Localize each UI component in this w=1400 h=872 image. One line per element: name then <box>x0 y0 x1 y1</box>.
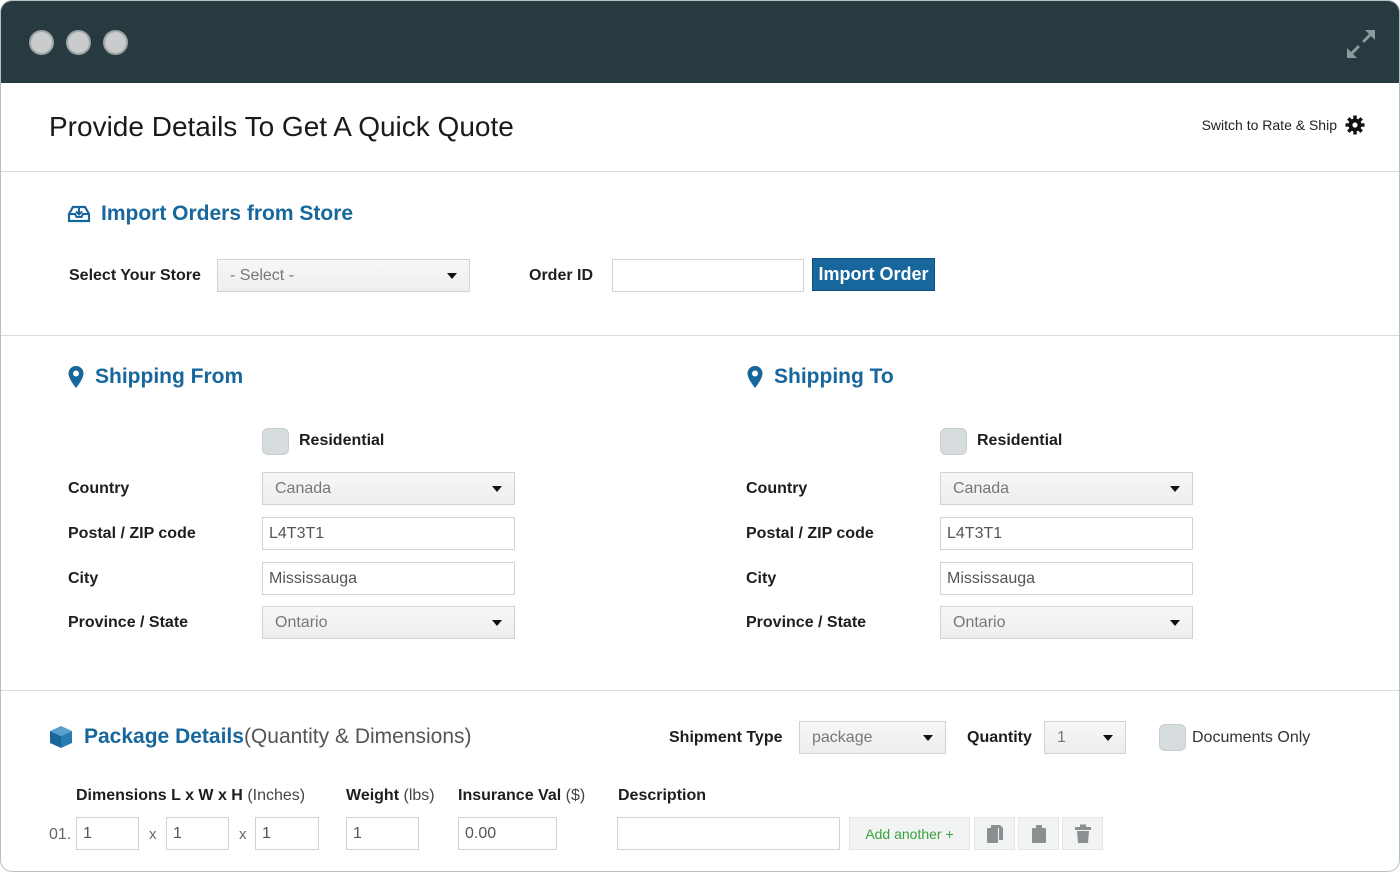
package-title: Package Details (Quantity & Dimensions) <box>48 724 472 750</box>
add-another-label: Add another + <box>865 825 954 842</box>
order-id-label: Order ID <box>529 267 594 284</box>
window-maximize-dot[interactable] <box>103 30 128 55</box>
store-select-value: - Select - <box>230 266 295 284</box>
clipboard-icon <box>1031 824 1046 843</box>
from-city-label: City <box>68 570 99 587</box>
chevron-down-icon <box>1103 734 1113 741</box>
description-input[interactable] <box>617 817 840 850</box>
chevron-down-icon <box>1170 485 1180 492</box>
from-country-label: Country <box>68 480 130 497</box>
width-input[interactable]: 1 <box>166 817 229 850</box>
from-province-value: Ontario <box>275 613 328 631</box>
dimensions-header: Dimensions L x W x H (Inches) <box>76 787 305 805</box>
insurance-header-text: Insurance Val <box>458 787 562 804</box>
chevron-down-icon <box>923 734 933 741</box>
shipment-type-select[interactable]: package <box>799 721 946 754</box>
import-section-title: Import Orders from Store <box>67 202 353 226</box>
from-province-label: Province / State <box>68 614 189 631</box>
to-residential-label: Residential <box>977 432 1063 449</box>
import-order-button[interactable]: Import Order <box>812 258 935 291</box>
package-row-number: 01. <box>49 826 72 843</box>
from-country-value: Canada <box>275 479 332 497</box>
from-city-input[interactable]: Mississauga <box>262 562 515 595</box>
from-residential-label: Residential <box>299 432 385 449</box>
insurance-input[interactable]: 0.00 <box>458 817 557 850</box>
length-input[interactable]: 1 <box>76 817 139 850</box>
expand-icon[interactable] <box>1345 28 1377 60</box>
shipment-type-label: Shipment Type <box>669 729 783 746</box>
package-section: Package Details (Quantity & Dimensions) … <box>1 691 1399 871</box>
window-titlebar <box>1 1 1399 83</box>
quantity-select[interactable]: 1 <box>1044 721 1126 754</box>
shipping-from-title: Shipping From <box>67 365 243 389</box>
page-title: Provide Details To Get A Quick Quote <box>49 111 514 142</box>
map-pin-icon <box>747 366 763 388</box>
page-header: Provide Details To Get A Quick Quote Swi… <box>1 83 1399 172</box>
from-residential-checkbox[interactable] <box>262 428 289 455</box>
from-postal-input[interactable]: L4T3T1 <box>262 517 515 550</box>
shipping-to-title-text: Shipping To <box>774 365 894 388</box>
quantity-label: Quantity <box>967 729 1032 746</box>
dimension-separator: x <box>239 826 247 843</box>
delete-row-button[interactable] <box>1062 817 1103 850</box>
chevron-down-icon <box>492 619 502 626</box>
to-postal-input[interactable]: L4T3T1 <box>940 517 1193 550</box>
store-label: Select Your Store <box>69 267 201 284</box>
quantity-value: 1 <box>1057 728 1066 746</box>
to-country-value: Canada <box>953 479 1010 497</box>
shipping-from-title-text: Shipping From <box>95 365 244 388</box>
inbox-download-icon <box>67 205 91 223</box>
dimensions-header-text: Dimensions L x W x H <box>76 787 243 804</box>
dimensions-unit: (Inches) <box>247 787 306 804</box>
trash-icon <box>1074 824 1091 843</box>
switch-label: Switch to Rate & Ship <box>1201 117 1337 133</box>
to-province-value: Ontario <box>953 613 1006 631</box>
map-pin-icon <box>68 366 84 388</box>
shipment-type-value: package <box>812 728 873 746</box>
from-province-select[interactable]: Ontario <box>262 606 515 639</box>
import-section: Import Orders from Store Select Your Sto… <box>1 172 1399 336</box>
weight-input[interactable]: 1 <box>346 817 419 850</box>
to-country-label: Country <box>746 480 808 497</box>
paste-row-button[interactable] <box>1018 817 1059 850</box>
to-city-label: City <box>746 570 777 587</box>
documents-only-checkbox[interactable] <box>1159 724 1186 751</box>
shipping-section: Shipping From Residential Country Canada… <box>1 336 1399 691</box>
add-another-button[interactable]: Add another + <box>849 817 970 850</box>
height-input[interactable]: 1 <box>255 817 319 850</box>
weight-header: Weight (lbs) <box>346 787 435 805</box>
to-residential-checkbox[interactable] <box>940 428 967 455</box>
store-select[interactable]: - Select - <box>217 259 470 292</box>
dimension-separator: x <box>149 826 157 843</box>
from-country-select[interactable]: Canada <box>262 472 515 505</box>
copy-row-button[interactable] <box>974 817 1015 850</box>
to-province-select[interactable]: Ontario <box>940 606 1193 639</box>
box-icon <box>50 726 72 748</box>
window-minimize-dot[interactable] <box>66 30 91 55</box>
weight-header-text: Weight <box>346 787 400 804</box>
order-id-input[interactable] <box>612 259 804 292</box>
package-title-text: Package Details <box>84 725 244 748</box>
chevron-down-icon <box>1170 619 1180 626</box>
copy-icon <box>986 824 1003 843</box>
window-close-dot[interactable] <box>29 30 54 55</box>
to-province-label: Province / State <box>746 614 867 631</box>
import-title-text: Import Orders from Store <box>101 202 354 225</box>
documents-only-label: Documents Only <box>1192 729 1311 746</box>
to-country-select[interactable]: Canada <box>940 472 1193 505</box>
description-header: Description <box>618 787 707 804</box>
to-city-input[interactable]: Mississauga <box>940 562 1193 595</box>
package-subtitle: (Quantity & Dimensions) <box>243 725 472 748</box>
insurance-header: Insurance Val ($) <box>458 787 585 805</box>
weight-unit: (lbs) <box>403 787 435 804</box>
to-postal-label: Postal / ZIP code <box>746 525 874 542</box>
gear-icon <box>1345 115 1365 135</box>
from-postal-label: Postal / ZIP code <box>68 525 196 542</box>
switch-to-rate-ship-link[interactable]: Switch to Rate & Ship <box>1202 115 1365 135</box>
app-window: Provide Details To Get A Quick Quote Swi… <box>0 0 1400 872</box>
chevron-down-icon <box>447 272 457 279</box>
chevron-down-icon <box>492 485 502 492</box>
shipping-to-title: Shipping To <box>746 365 894 389</box>
insurance-unit: ($) <box>565 787 586 804</box>
